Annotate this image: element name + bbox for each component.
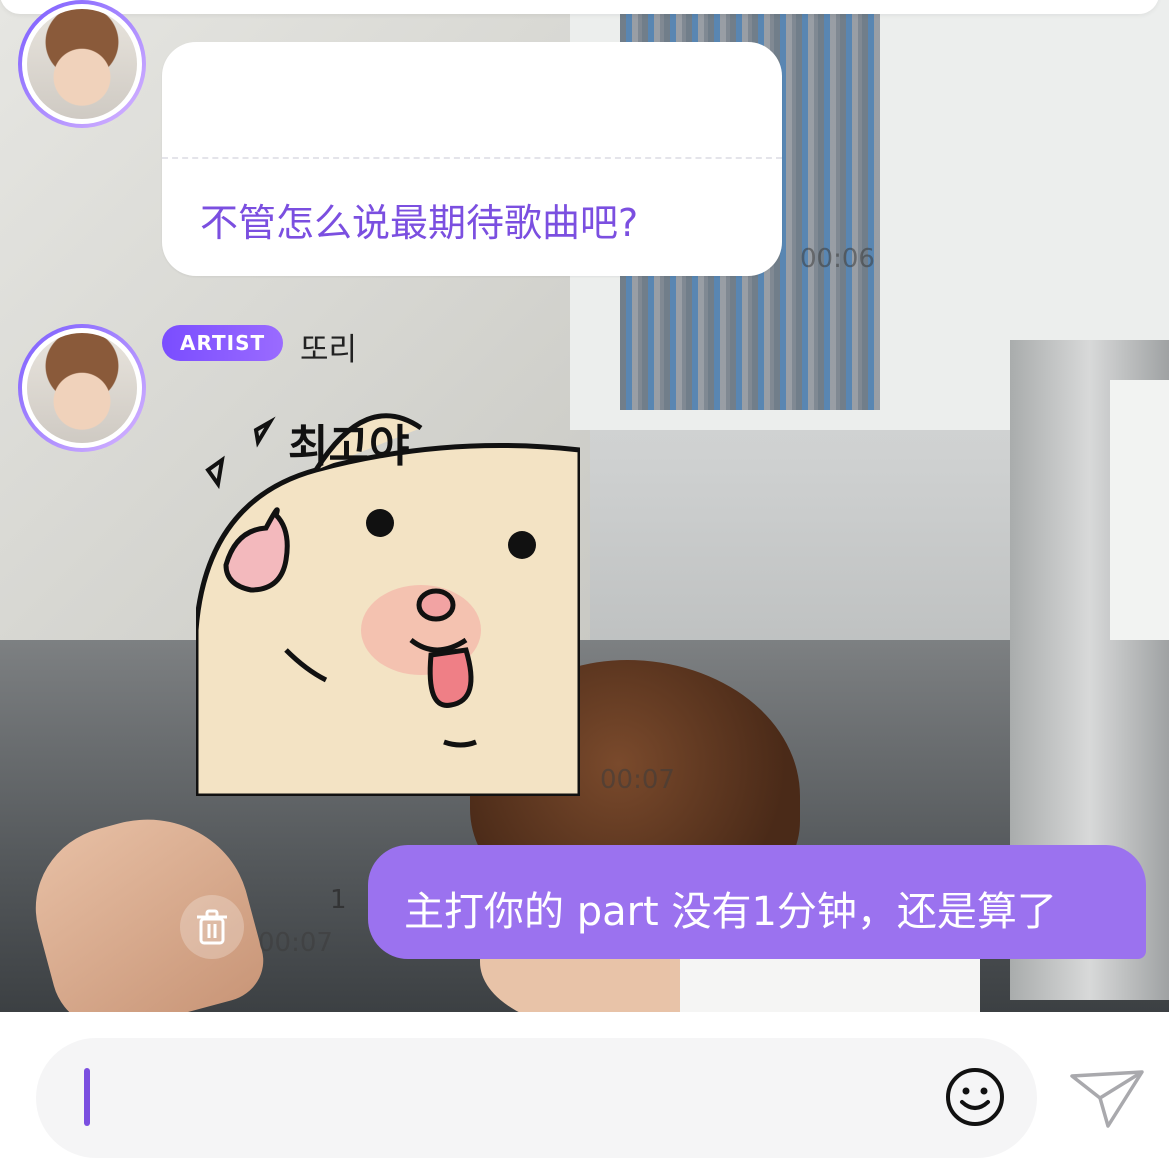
message-time: 00:07 [600, 765, 675, 795]
send-button[interactable] [1070, 1068, 1144, 1130]
reply-text: 不管怎么说最期待歌曲吧? [200, 201, 639, 245]
delete-button[interactable] [180, 895, 244, 959]
my-message-text: 主打你的 part 没有1分钟，还是算了 [404, 889, 1057, 935]
quoted-message[interactable] [162, 42, 782, 157]
my-message-time: 00:07 [258, 928, 333, 958]
unread-count: 1 [330, 885, 347, 915]
message-time: 00:06 [800, 244, 875, 274]
my-message-bubble[interactable]: 主打你的 part 没有1分钟，还是算了 [368, 845, 1146, 959]
trash-icon [197, 909, 227, 945]
artist-nickname: 또리 [300, 332, 358, 368]
text-cursor [84, 1068, 90, 1126]
sticker-caption: 최고야 [288, 421, 410, 472]
paper-plane-icon [1070, 1070, 1144, 1128]
quote-divider [162, 157, 782, 159]
artist-avatar[interactable] [18, 324, 146, 452]
previous-message-edge [0, 0, 1159, 14]
reply-bubble[interactable]: 不管怎么说最期待歌曲吧? [162, 42, 782, 276]
avatar-photo [27, 9, 137, 119]
sticker-image[interactable]: 최고야 [193, 380, 583, 799]
artist-badge: ARTIST [162, 325, 284, 361]
smiley-icon [946, 1068, 1004, 1126]
message-input[interactable] [36, 1038, 1037, 1158]
avatar-photo [27, 333, 137, 443]
emoji-button[interactable] [944, 1066, 1006, 1128]
artist-avatar[interactable] [18, 0, 146, 128]
background-cabinet [1110, 380, 1169, 640]
